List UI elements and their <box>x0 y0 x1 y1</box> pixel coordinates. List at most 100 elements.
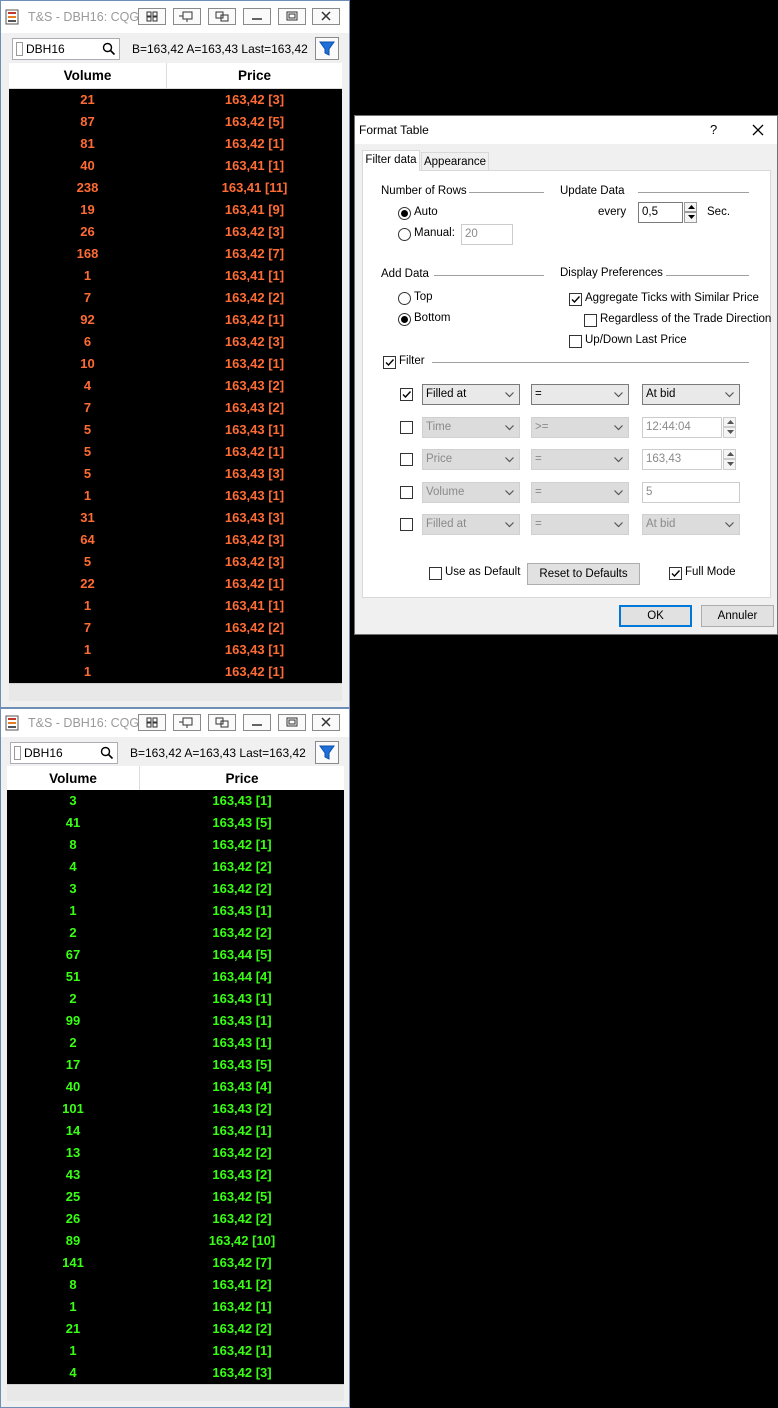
spin-down-button[interactable] <box>684 212 697 223</box>
filter-field-select[interactable]: Price <box>422 449 520 470</box>
spin-up-button[interactable] <box>723 449 736 459</box>
use-as-default-checkbox[interactable] <box>429 567 442 580</box>
title-bar[interactable]: T&S - DBH16: CQG <box>1 709 349 737</box>
rows-manual-radio[interactable] <box>398 228 411 241</box>
filter-field-select[interactable]: Volume <box>422 481 520 503</box>
trade-row[interactable]: 81 163,42 [1] <box>9 133 342 155</box>
trade-row[interactable]: 5 163,43 [3] <box>9 463 342 485</box>
price-column-header[interactable]: Price <box>140 766 344 791</box>
trade-row[interactable]: 6 163,42 [3] <box>9 331 342 353</box>
trade-row[interactable]: 7 163,42 [2] <box>9 287 342 309</box>
trade-row[interactable]: 41 163,43 [5] <box>7 812 344 834</box>
close-button[interactable] <box>312 714 340 731</box>
minimize-button[interactable] <box>243 8 271 25</box>
filter-row-checkbox[interactable] <box>400 518 413 531</box>
trade-row[interactable]: 101 163,43 [2] <box>7 1098 344 1120</box>
trade-row[interactable]: 40 163,41 [1] <box>9 155 342 177</box>
trade-row[interactable]: 19 163,41 [9] <box>9 199 342 221</box>
volume-column-header[interactable]: Volume <box>9 63 166 88</box>
trade-row[interactable]: 3 163,42 [2] <box>7 878 344 900</box>
trade-row[interactable]: 1 163,42 [1] <box>9 661 342 683</box>
trade-row[interactable]: 13 163,42 [2] <box>7 1142 344 1164</box>
horizontal-scrollbar[interactable] <box>7 1384 344 1401</box>
trade-row[interactable]: 1 163,41 [1] <box>9 595 342 617</box>
filter-button[interactable] <box>315 741 339 764</box>
trade-row[interactable]: 238 163,41 [11] <box>9 177 342 199</box>
filter-operator-select[interactable]: = <box>531 384 629 405</box>
up-down-last-price-checkbox[interactable] <box>569 335 582 348</box>
trade-row[interactable]: 7 163,42 [2] <box>9 617 342 639</box>
trade-row[interactable]: 26 163,42 [2] <box>7 1208 344 1230</box>
add-bottom-radio[interactable] <box>398 313 411 326</box>
tab-appearance[interactable]: Appearance <box>421 152 489 171</box>
filter-operator-select[interactable]: = <box>531 481 629 503</box>
trade-row[interactable]: 1 163,43 [1] <box>9 485 342 507</box>
trade-row[interactable]: 67 163,44 [5] <box>7 944 344 966</box>
filter-button[interactable] <box>315 37 339 60</box>
use-as-default-label[interactable]: Use as Default <box>445 566 520 578</box>
cancel-button[interactable]: Annuler <box>701 605 774 627</box>
trade-row[interactable]: 1 163,42 [1] <box>7 1340 344 1362</box>
trade-row[interactable]: 4 163,42 [2] <box>7 856 344 878</box>
trade-row[interactable]: 25 163,42 [5] <box>7 1186 344 1208</box>
reset-to-defaults-button[interactable]: Reset to Defaults <box>527 563 640 585</box>
trade-row[interactable]: 1 163,43 [1] <box>7 900 344 922</box>
grid-layout-button[interactable] <box>138 8 166 25</box>
volume-column-header[interactable]: Volume <box>7 766 139 791</box>
spin-up-button[interactable] <box>684 202 697 212</box>
horizontal-scrollbar[interactable] <box>9 683 342 701</box>
filter-value-input[interactable]: 12:44:04 <box>642 416 722 438</box>
trade-row[interactable]: 4 163,42 [3] <box>7 1362 344 1384</box>
add-bottom-label[interactable]: Bottom <box>414 312 450 324</box>
link-windows-button[interactable] <box>208 8 236 25</box>
filter-value-select[interactable]: At bid <box>642 384 740 405</box>
trade-row[interactable]: 89 163,42 [10] <box>7 1230 344 1252</box>
rows-manual-input[interactable]: 20 <box>461 224 513 245</box>
trade-row[interactable]: 3 163,43 [1] <box>7 790 344 812</box>
filter-field-select[interactable]: Filled at <box>422 514 520 535</box>
close-button[interactable] <box>312 8 340 25</box>
trade-row[interactable]: 8 163,42 [1] <box>7 834 344 856</box>
price-column-header[interactable]: Price <box>167 63 342 88</box>
maximize-button[interactable] <box>278 8 306 25</box>
add-top-radio[interactable] <box>398 292 411 305</box>
minimize-button[interactable] <box>243 714 271 731</box>
trade-row[interactable]: 2 163,43 [1] <box>7 988 344 1010</box>
filter-row-checkbox[interactable] <box>400 453 413 466</box>
trade-row[interactable]: 22 163,42 [1] <box>9 573 342 595</box>
filter-field-select[interactable]: Filled at <box>422 384 520 405</box>
search-icon[interactable] <box>100 746 114 760</box>
trade-row[interactable]: 92 163,42 [1] <box>9 309 342 331</box>
filter-operator-select[interactable]: = <box>531 514 629 535</box>
rows-auto-label[interactable]: Auto <box>414 206 438 218</box>
trade-row[interactable]: 21 163,42 [3] <box>9 89 342 111</box>
filter-row-checkbox[interactable] <box>400 485 413 499</box>
spin-up-button[interactable] <box>723 416 736 427</box>
trade-row[interactable]: 51 163,44 [4] <box>7 966 344 988</box>
filter-value-spinner[interactable] <box>723 416 736 438</box>
full-mode-label[interactable]: Full Mode <box>685 566 736 578</box>
trade-row[interactable]: 17 163,43 [5] <box>7 1054 344 1076</box>
pin-button[interactable] <box>173 8 201 25</box>
trade-row[interactable]: 7 163,43 [2] <box>9 397 342 419</box>
trade-row[interactable]: 141 163,42 [7] <box>7 1252 344 1274</box>
pin-button[interactable] <box>173 714 201 731</box>
ok-button[interactable]: OK <box>619 605 692 627</box>
up-down-last-price-label[interactable]: Up/Down Last Price <box>585 334 687 346</box>
filter-field-select[interactable]: Time <box>422 416 520 438</box>
filter-row-checkbox[interactable] <box>400 420 413 434</box>
trade-row[interactable]: 26 163,42 [3] <box>9 221 342 243</box>
title-bar[interactable]: T&S - DBH16: CQG <box>1 1 349 33</box>
trade-row[interactable]: 2 163,43 [1] <box>7 1032 344 1054</box>
trade-row[interactable]: 4 163,43 [2] <box>9 375 342 397</box>
trade-row[interactable]: 1 163,41 [1] <box>9 265 342 287</box>
trade-row[interactable]: 31 163,43 [3] <box>9 507 342 529</box>
aggregate-ticks-label[interactable]: Aggregate Ticks with Similar Price <box>585 292 759 304</box>
trade-row[interactable]: 168 163,42 [7] <box>9 243 342 265</box>
trade-row[interactable]: 21 163,42 [2] <box>7 1318 344 1340</box>
spin-down-button[interactable] <box>723 459 736 470</box>
rows-auto-radio[interactable] <box>398 207 411 220</box>
regardless-direction-checkbox[interactable] <box>584 314 597 327</box>
trade-row[interactable]: 5 163,42 [3] <box>9 551 342 573</box>
full-mode-checkbox[interactable] <box>669 567 682 580</box>
